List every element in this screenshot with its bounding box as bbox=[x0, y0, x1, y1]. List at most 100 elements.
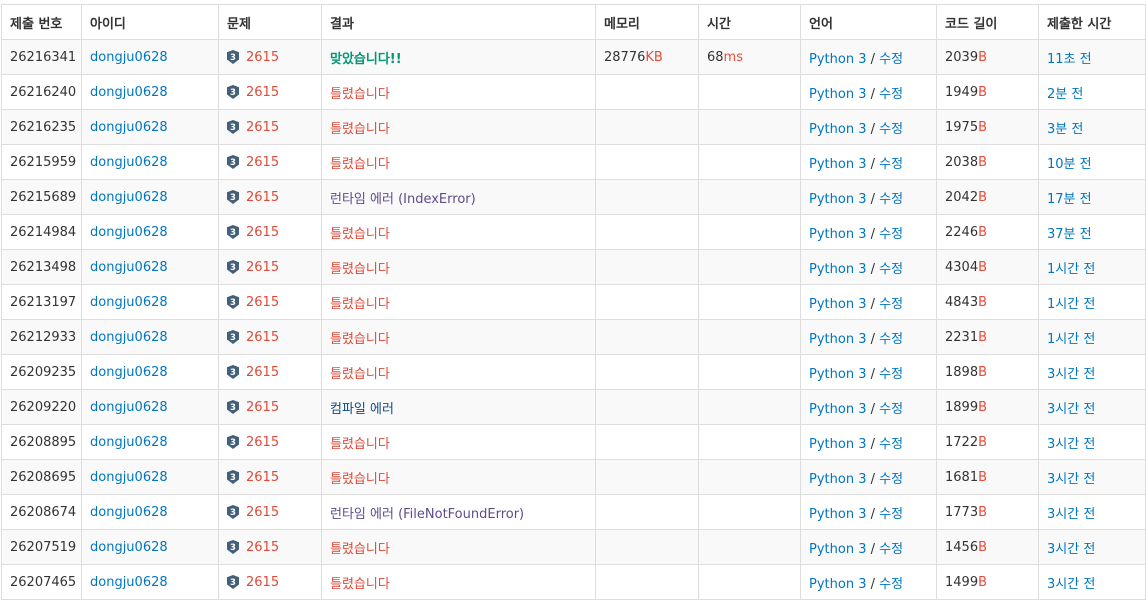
problem-link[interactable]: 2615 bbox=[246, 470, 279, 485]
edit-link[interactable]: 수정 bbox=[879, 507, 903, 522]
edit-link[interactable]: 수정 bbox=[879, 332, 903, 347]
user-link[interactable]: dongju0628 bbox=[90, 435, 168, 450]
language-link[interactable]: Python 3 bbox=[809, 542, 866, 557]
language-link[interactable]: Python 3 bbox=[809, 472, 866, 487]
problem-link[interactable]: 2615 bbox=[246, 540, 279, 555]
problem-link[interactable]: 2615 bbox=[246, 190, 279, 205]
problem-link[interactable]: 2615 bbox=[246, 400, 279, 415]
user-link[interactable]: dongju0628 bbox=[90, 540, 168, 555]
problem-link[interactable]: 2615 bbox=[246, 155, 279, 170]
user-cell: dongju0628 bbox=[81, 564, 219, 600]
submitted-at-link[interactable]: 1시간 전 bbox=[1047, 332, 1095, 347]
submitted-at-cell: 2분 전 bbox=[1038, 74, 1146, 110]
submitted-at-link[interactable]: 17분 전 bbox=[1047, 192, 1092, 207]
problem-link[interactable]: 2615 bbox=[246, 50, 279, 65]
column-header-user: 아이디 bbox=[81, 4, 219, 40]
problem-link[interactable]: 2615 bbox=[246, 295, 279, 310]
submitted-at-link[interactable]: 1시간 전 bbox=[1047, 297, 1095, 312]
result-text: 런타임 에러 bbox=[330, 506, 394, 522]
submission-id: 26213197 bbox=[1, 284, 82, 320]
edit-link[interactable]: 수정 bbox=[879, 157, 903, 172]
user-link[interactable]: dongju0628 bbox=[90, 295, 168, 310]
submitted-at-link[interactable]: 3시간 전 bbox=[1047, 402, 1095, 417]
submitted-at-link[interactable]: 11초 전 bbox=[1047, 52, 1092, 67]
problem-link[interactable]: 2615 bbox=[246, 120, 279, 135]
edit-link[interactable]: 수정 bbox=[879, 472, 903, 487]
tier-badge-label: 3 bbox=[230, 543, 236, 553]
user-link[interactable]: dongju0628 bbox=[90, 120, 168, 135]
memory-cell bbox=[595, 459, 699, 495]
language-link[interactable]: Python 3 bbox=[809, 577, 866, 592]
submitted-at-cell: 3시간 전 bbox=[1038, 424, 1146, 460]
language-link[interactable]: Python 3 bbox=[809, 402, 866, 417]
language-link[interactable]: Python 3 bbox=[809, 87, 866, 102]
edit-link[interactable]: 수정 bbox=[879, 367, 903, 382]
submitted-at-link[interactable]: 3분 전 bbox=[1047, 122, 1083, 137]
language-link[interactable]: Python 3 bbox=[809, 227, 866, 242]
submitted-at-link[interactable]: 2분 전 bbox=[1047, 87, 1083, 102]
user-link[interactable]: dongju0628 bbox=[90, 365, 168, 380]
time-cell bbox=[698, 319, 801, 355]
user-link[interactable]: dongju0628 bbox=[90, 400, 168, 415]
problem-link[interactable]: 2615 bbox=[246, 505, 279, 520]
submitted-at-link[interactable]: 3시간 전 bbox=[1047, 472, 1095, 487]
edit-link[interactable]: 수정 bbox=[879, 437, 903, 452]
user-link[interactable]: dongju0628 bbox=[90, 225, 168, 240]
language-link[interactable]: Python 3 bbox=[809, 157, 866, 172]
language-link[interactable]: Python 3 bbox=[809, 52, 866, 67]
language-link[interactable]: Python 3 bbox=[809, 122, 866, 137]
time-cell bbox=[698, 459, 801, 495]
submitted-at-link[interactable]: 10분 전 bbox=[1047, 157, 1092, 172]
language-link[interactable]: Python 3 bbox=[809, 192, 866, 207]
problem-link[interactable]: 2615 bbox=[246, 365, 279, 380]
submitted-at-link[interactable]: 1시간 전 bbox=[1047, 262, 1095, 277]
user-link[interactable]: dongju0628 bbox=[90, 505, 168, 520]
edit-link[interactable]: 수정 bbox=[879, 122, 903, 137]
submitted-at-link[interactable]: 3시간 전 bbox=[1047, 542, 1095, 557]
user-link[interactable]: dongju0628 bbox=[90, 260, 168, 275]
result-text: 틀렸습니다 bbox=[330, 331, 390, 347]
user-link[interactable]: dongju0628 bbox=[90, 155, 168, 170]
table-body: 26216341 dongju0628 3 2615 맞았습니다!! 28776K… bbox=[1, 39, 1146, 600]
user-link[interactable]: dongju0628 bbox=[90, 50, 168, 65]
result-text: 틀렸습니다 bbox=[330, 296, 390, 312]
language-link[interactable]: Python 3 bbox=[809, 332, 866, 347]
user-link[interactable]: dongju0628 bbox=[90, 85, 168, 100]
submitted-at-link[interactable]: 3시간 전 bbox=[1047, 367, 1095, 382]
user-link[interactable]: dongju0628 bbox=[90, 330, 168, 345]
user-cell: dongju0628 bbox=[81, 529, 219, 565]
tier-badge-label: 3 bbox=[230, 228, 236, 238]
edit-link[interactable]: 수정 bbox=[879, 52, 903, 67]
problem-link[interactable]: 2615 bbox=[246, 225, 279, 240]
language-link[interactable]: Python 3 bbox=[809, 507, 866, 522]
submitted-at-cell: 3시간 전 bbox=[1038, 459, 1146, 495]
user-link[interactable]: dongju0628 bbox=[90, 575, 168, 590]
tier-badge-label: 3 bbox=[230, 508, 236, 518]
problem-link[interactable]: 2615 bbox=[246, 260, 279, 275]
submitted-at-link[interactable]: 3시간 전 bbox=[1047, 577, 1095, 592]
problem-link[interactable]: 2615 bbox=[246, 85, 279, 100]
user-link[interactable]: dongju0628 bbox=[90, 190, 168, 205]
result-cell: 틀렸습니다 bbox=[321, 354, 596, 390]
edit-link[interactable]: 수정 bbox=[879, 402, 903, 417]
language-link[interactable]: Python 3 bbox=[809, 437, 866, 452]
edit-link[interactable]: 수정 bbox=[879, 192, 903, 207]
language-link[interactable]: Python 3 bbox=[809, 262, 866, 277]
edit-link[interactable]: 수정 bbox=[879, 227, 903, 242]
edit-link[interactable]: 수정 bbox=[879, 262, 903, 277]
user-link[interactable]: dongju0628 bbox=[90, 470, 168, 485]
edit-link[interactable]: 수정 bbox=[879, 542, 903, 557]
submitted-at-cell: 3시간 전 bbox=[1038, 354, 1146, 390]
submitted-at-link[interactable]: 3시간 전 bbox=[1047, 437, 1095, 452]
submitted-at-link[interactable]: 37분 전 bbox=[1047, 227, 1092, 242]
problem-link[interactable]: 2615 bbox=[246, 435, 279, 450]
language-link[interactable]: Python 3 bbox=[809, 297, 866, 312]
problem-link[interactable]: 2615 bbox=[246, 330, 279, 345]
edit-link[interactable]: 수정 bbox=[879, 297, 903, 312]
code-length-cell: 1949B bbox=[936, 74, 1039, 110]
submitted-at-link[interactable]: 3시간 전 bbox=[1047, 507, 1095, 522]
edit-link[interactable]: 수정 bbox=[879, 87, 903, 102]
language-link[interactable]: Python 3 bbox=[809, 367, 866, 382]
edit-link[interactable]: 수정 bbox=[879, 577, 903, 592]
problem-link[interactable]: 2615 bbox=[246, 575, 279, 590]
